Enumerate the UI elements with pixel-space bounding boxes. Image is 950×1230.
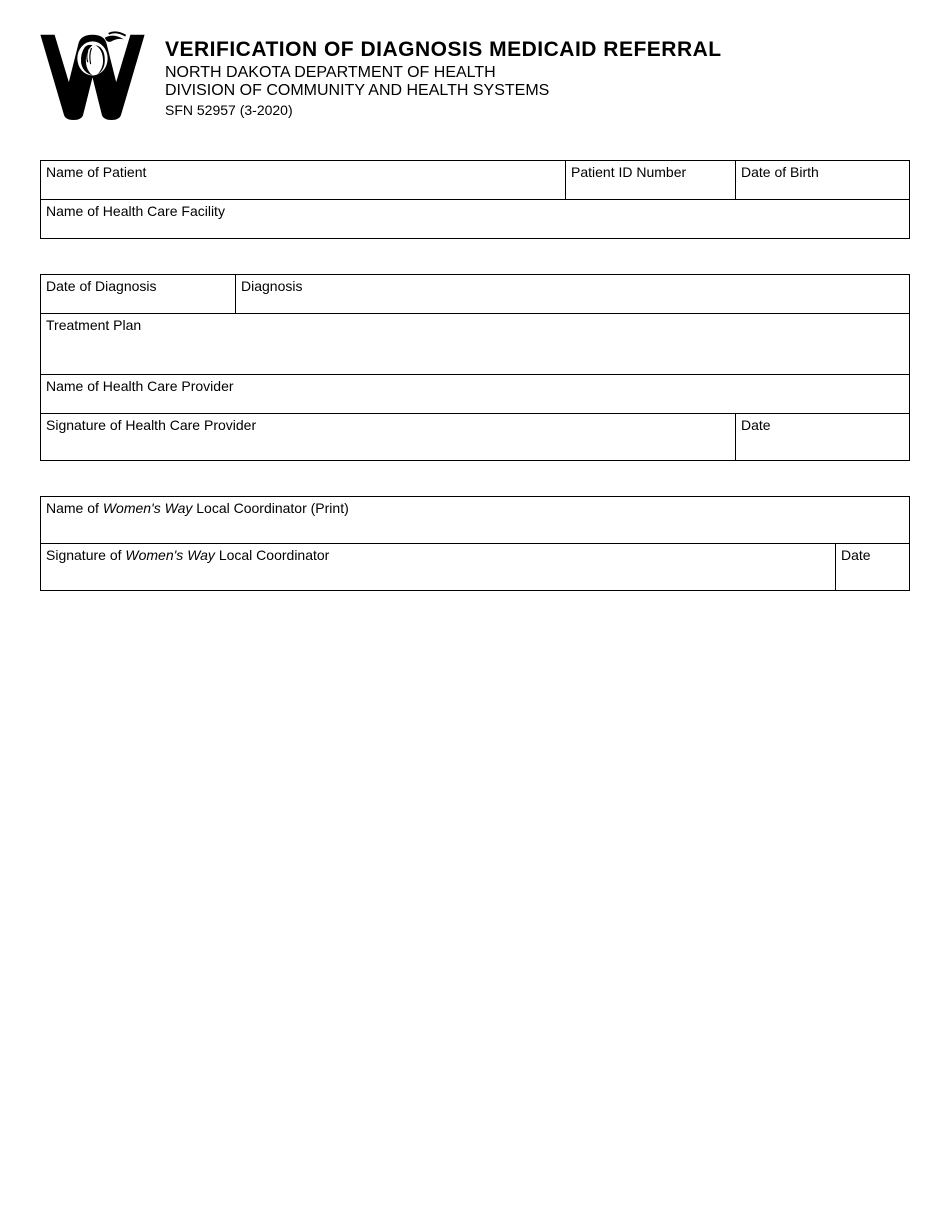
provider-signature-date-field[interactable]: Date — [736, 414, 909, 460]
facility-name-label: Name of Health Care Facility — [46, 203, 225, 219]
coordinator-signature-suffix: Local Coordinator — [215, 547, 329, 563]
date-of-birth-field[interactable]: Date of Birth — [736, 161, 909, 199]
patient-info-section: Name of Patient Patient ID Number Date o… — [40, 160, 910, 239]
coordinator-name-prefix: Name of — [46, 500, 103, 516]
name-of-patient-label: Name of Patient — [46, 164, 146, 180]
form-title: VERIFICATION OF DIAGNOSIS MEDICAID REFER… — [165, 38, 722, 62]
provider-name-label: Name of Health Care Provider — [46, 378, 234, 394]
coordinator-signature-prefix: Signature of — [46, 547, 125, 563]
form-number: SFN 52957 (3-2020) — [165, 102, 722, 118]
treatment-plan-field[interactable]: Treatment Plan — [41, 314, 909, 374]
provider-signature-date-label: Date — [741, 417, 771, 433]
department-name: NORTH DAKOTA DEPARTMENT OF HEALTH — [165, 64, 722, 82]
coordinator-row-2: Signature of Women's Way Local Coordinat… — [41, 544, 909, 590]
diagnosis-field[interactable]: Diagnosis — [236, 275, 909, 313]
diagnosis-row-4: Signature of Health Care Provider Date — [41, 414, 909, 460]
form-header: VERIFICATION OF DIAGNOSIS MEDICAID REFER… — [40, 30, 910, 120]
diagnosis-row-1: Date of Diagnosis Diagnosis — [41, 275, 909, 314]
diagnosis-label: Diagnosis — [241, 278, 302, 294]
facility-name-field[interactable]: Name of Health Care Facility — [41, 200, 909, 238]
coordinator-name-suffix: Local Coordinator (Print) — [192, 500, 348, 516]
provider-name-field[interactable]: Name of Health Care Provider — [41, 375, 909, 413]
diagnosis-row-3: Name of Health Care Provider — [41, 375, 909, 414]
patient-row-2: Name of Health Care Facility — [41, 200, 909, 238]
division-name: DIVISION OF COMMUNITY AND HEALTH SYSTEMS — [165, 82, 722, 100]
date-of-diagnosis-field[interactable]: Date of Diagnosis — [41, 275, 236, 313]
coordinator-section: Name of Women's Way Local Coordinator (P… — [40, 496, 910, 591]
name-of-patient-field[interactable]: Name of Patient — [41, 161, 566, 199]
date-of-birth-label: Date of Birth — [741, 164, 819, 180]
provider-signature-field[interactable]: Signature of Health Care Provider — [41, 414, 736, 460]
date-of-diagnosis-label: Date of Diagnosis — [46, 278, 157, 294]
provider-signature-label: Signature of Health Care Provider — [46, 417, 256, 433]
treatment-plan-label: Treatment Plan — [46, 317, 141, 333]
diagnosis-row-2: Treatment Plan — [41, 314, 909, 375]
patient-id-field[interactable]: Patient ID Number — [566, 161, 736, 199]
diagnosis-section: Date of Diagnosis Diagnosis Treatment Pl… — [40, 274, 910, 461]
patient-id-label: Patient ID Number — [571, 164, 686, 180]
womens-way-italic-1: Women's Way — [103, 500, 193, 516]
coordinator-signature-date-label: Date — [841, 547, 871, 563]
coordinator-row-1: Name of Women's Way Local Coordinator (P… — [41, 497, 909, 544]
coordinator-name-field[interactable]: Name of Women's Way Local Coordinator (P… — [41, 497, 909, 543]
header-text-block: VERIFICATION OF DIAGNOSIS MEDICAID REFER… — [165, 30, 722, 118]
patient-row-1: Name of Patient Patient ID Number Date o… — [41, 161, 909, 200]
womens-way-logo — [40, 30, 145, 120]
coordinator-signature-date-field[interactable]: Date — [836, 544, 909, 590]
womens-way-italic-2: Women's Way — [125, 547, 215, 563]
coordinator-signature-field[interactable]: Signature of Women's Way Local Coordinat… — [41, 544, 836, 590]
